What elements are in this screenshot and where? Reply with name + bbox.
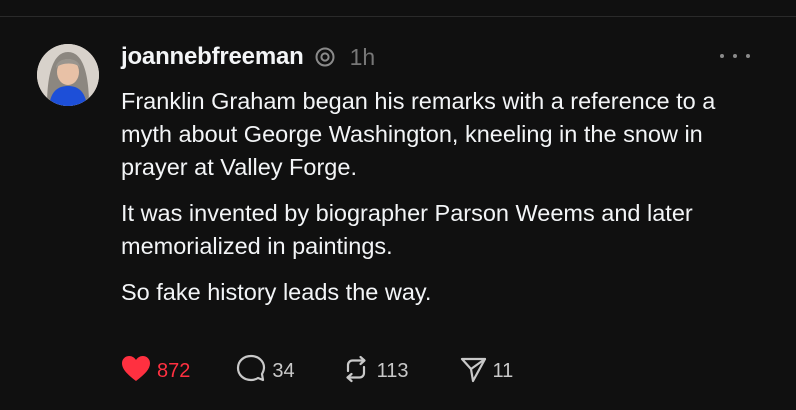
username[interactable]: joannebfreeman xyxy=(121,43,304,71)
post-body: Franklin Graham began his remarks with a… xyxy=(121,85,761,322)
heart-filled-icon xyxy=(121,355,151,387)
threads-badge-icon xyxy=(314,46,336,68)
paper-plane-icon xyxy=(459,355,487,388)
like-button[interactable]: 872 xyxy=(121,355,190,387)
share-count: 11 xyxy=(492,359,514,382)
post-paragraph: Franklin Graham began his remarks with a… xyxy=(121,88,716,180)
more-dots-icon xyxy=(720,54,724,58)
comment-bubble-icon xyxy=(236,354,266,389)
repost-arrows-icon xyxy=(341,355,371,388)
more-options-button[interactable] xyxy=(720,46,750,66)
repost-button[interactable]: 113 xyxy=(341,355,409,388)
post-paragraph: So fake history leads the way. xyxy=(121,279,432,305)
post-actions: 872 34 113 11 xyxy=(121,354,514,389)
reply-button[interactable]: 34 xyxy=(236,354,295,389)
post-timestamp: 1h xyxy=(349,43,376,70)
post-paragraph: It was invented by biographer Parson Wee… xyxy=(121,200,693,259)
more-dot xyxy=(746,54,750,58)
more-dot xyxy=(733,54,737,58)
share-button[interactable]: 11 xyxy=(459,355,514,388)
post-header: joannebfreeman 1h xyxy=(121,41,375,73)
avatar[interactable] xyxy=(37,44,99,106)
top-divider xyxy=(0,16,796,17)
reply-count: 34 xyxy=(272,359,295,382)
repost-count: 113 xyxy=(376,359,409,382)
like-count: 872 xyxy=(157,359,191,382)
